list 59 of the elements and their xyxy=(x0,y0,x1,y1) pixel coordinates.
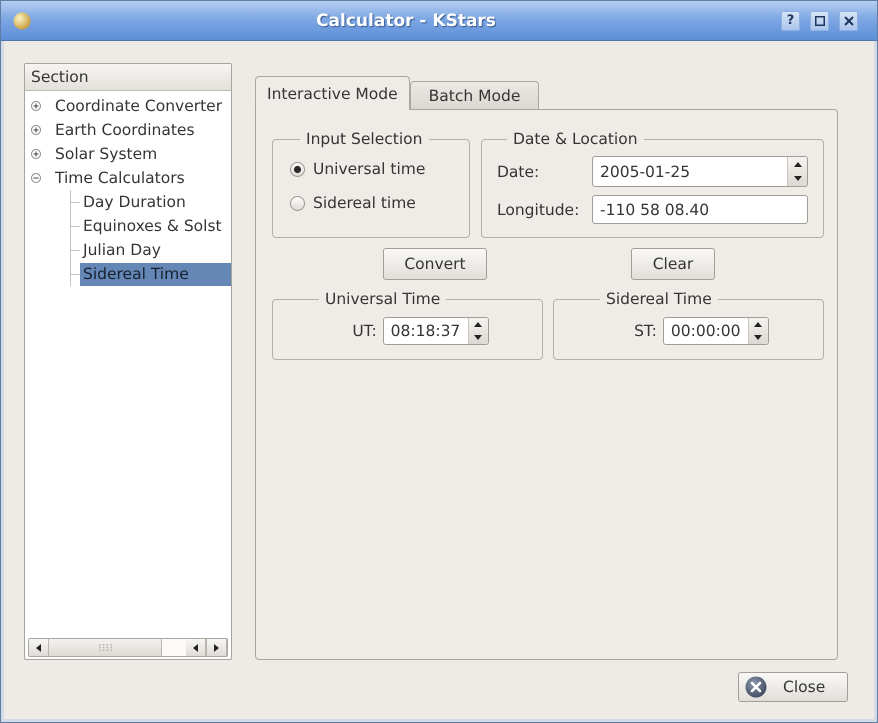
plus-icon[interactable] xyxy=(31,125,41,135)
group-title: Date & Location xyxy=(512,129,639,149)
x-circle-icon xyxy=(745,676,767,698)
tree-item[interactable]: Julian Day xyxy=(80,238,231,262)
tree-item[interactable]: Solar System xyxy=(51,142,231,166)
text-field[interactable]: -110 58 08.40 xyxy=(592,195,808,224)
radio-button[interactable] xyxy=(290,162,305,176)
right-arrow-icon xyxy=(214,644,219,652)
close-button[interactable]: Close xyxy=(738,672,848,702)
scroll-right-button[interactable] xyxy=(206,639,227,656)
close-icon xyxy=(844,16,854,26)
tree-item[interactable]: Equinoxes & Solst xyxy=(80,214,231,238)
down-arrow-icon xyxy=(794,176,802,182)
close-button[interactable] xyxy=(839,10,858,30)
clear-button[interactable]: Clear xyxy=(631,248,715,280)
scroll-left-button[interactable] xyxy=(29,639,49,656)
field-label: Date: xyxy=(497,162,540,180)
group-title: Universal Time xyxy=(324,289,442,309)
field-label: UT: xyxy=(352,322,377,340)
maximize-icon xyxy=(814,16,824,26)
minus-icon[interactable] xyxy=(31,173,41,183)
window-title: Calculator - KStars xyxy=(315,10,497,30)
grip-icon xyxy=(98,644,112,651)
tab[interactable]: Interactive Mode xyxy=(255,76,410,110)
tree-item[interactable]: Coordinate Converter xyxy=(51,94,231,118)
field-label: Longitude: xyxy=(497,200,580,218)
scrollbar-thumb[interactable] xyxy=(49,639,162,656)
left-arrow-icon xyxy=(36,644,41,652)
spin-field[interactable]: 00:00:00 xyxy=(662,317,769,345)
maximize-button[interactable] xyxy=(810,10,829,30)
radio-label[interactable]: Sidereal time xyxy=(313,194,416,212)
down-arrow-icon xyxy=(754,335,762,340)
radio-button[interactable] xyxy=(290,196,305,210)
help-button[interactable]: ? xyxy=(781,10,800,30)
spin-buttons[interactable] xyxy=(468,318,488,344)
up-arrow-icon xyxy=(794,162,802,167)
group-title: Input Selection xyxy=(305,129,424,149)
column-header[interactable]: Section xyxy=(25,64,231,91)
tree-item[interactable]: Day Duration xyxy=(80,190,231,214)
spin-field[interactable]: 2005-01-25 xyxy=(592,156,808,187)
sphere-icon xyxy=(13,12,31,30)
left-arrow-icon xyxy=(193,644,198,652)
plus-icon[interactable] xyxy=(31,101,41,111)
up-arrow-icon xyxy=(754,322,762,327)
tree-item[interactable]: Sidereal Time xyxy=(80,262,231,286)
group-title: Sidereal Time xyxy=(605,289,713,309)
spin-buttons[interactable] xyxy=(748,318,768,344)
convert-button[interactable]: Convert xyxy=(383,248,487,280)
radio-label[interactable]: Universal time xyxy=(313,160,426,178)
tab[interactable]: Batch Mode xyxy=(410,81,540,109)
spin-field[interactable]: 08:18:37 xyxy=(382,317,489,345)
scroll-left-button[interactable] xyxy=(186,639,206,656)
spin-buttons[interactable] xyxy=(787,157,807,186)
field-label: ST: xyxy=(634,322,657,340)
tree-item[interactable]: Earth Coordinates xyxy=(51,118,231,142)
down-arrow-icon xyxy=(474,335,482,340)
tree-item[interactable]: Time Calculators xyxy=(51,166,231,190)
plus-icon[interactable] xyxy=(31,149,41,159)
up-arrow-icon xyxy=(474,322,482,327)
